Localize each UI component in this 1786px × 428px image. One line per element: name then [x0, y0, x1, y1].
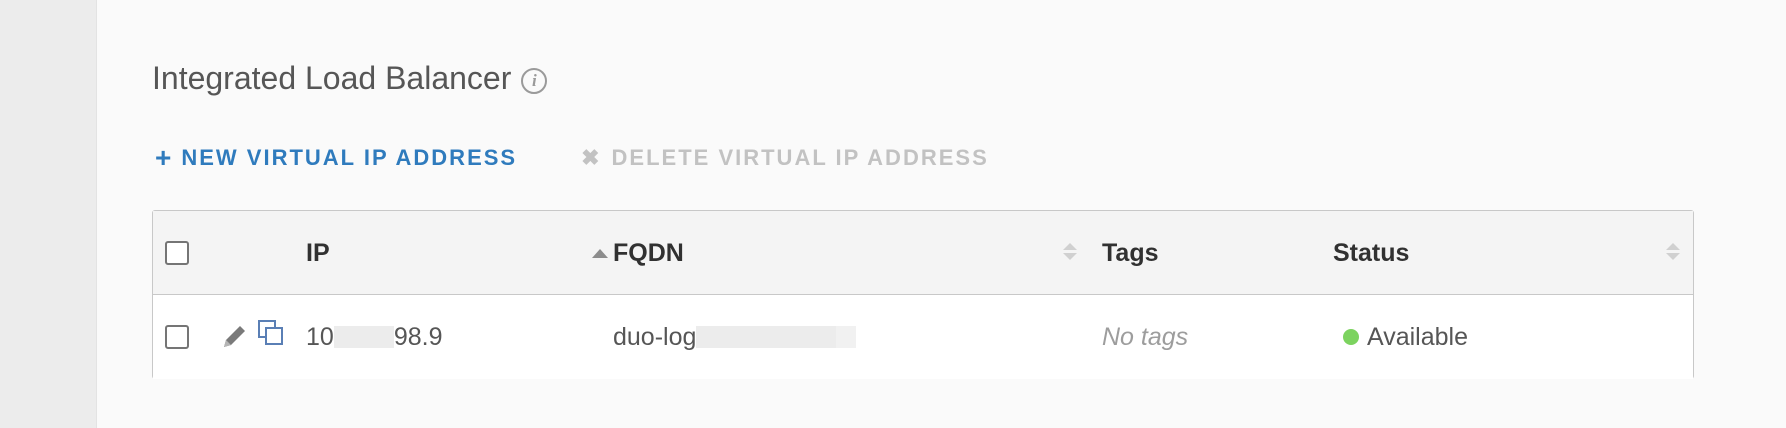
column-label-status: Status	[1333, 238, 1410, 267]
redacted-segment	[696, 326, 837, 348]
section-header: Integrated Load Balancer i	[152, 60, 548, 97]
ip-suffix: 98.9	[393, 322, 443, 351]
redacted-segment	[333, 326, 394, 348]
plus-icon: +	[155, 142, 174, 173]
column-label-tags: Tags	[1102, 238, 1159, 267]
new-virtual-ip-button[interactable]: + NEW VIRTUAL IP ADDRESS	[155, 144, 517, 172]
edit-pencil-icon[interactable]	[219, 322, 249, 352]
row-checkbox[interactable]	[165, 325, 189, 349]
table-header: IP FQDN Tags Status	[153, 211, 1693, 295]
row-select-cell	[165, 295, 189, 379]
sort-status-icon[interactable]	[1666, 243, 1680, 260]
row-tags-cell: No tags	[1102, 295, 1188, 379]
select-all-checkbox[interactable]	[165, 241, 189, 265]
copy-icon[interactable]	[257, 319, 285, 347]
virtual-ip-table: IP FQDN Tags Status 10 98.9 duo-log No t…	[152, 210, 1694, 379]
page-title: Integrated Load Balancer	[152, 60, 512, 96]
row-ip-cell: 10 98.9	[306, 295, 442, 379]
no-tags-text: No tags	[1102, 322, 1189, 351]
select-all-cell	[165, 211, 189, 295]
delete-virtual-ip-button[interactable]: ✖ DELETE VIRTUAL IP ADDRESS	[581, 145, 989, 171]
status-badge: Available	[1367, 322, 1469, 351]
sort-fqdn-icon[interactable]	[1063, 243, 1077, 260]
delete-virtual-ip-label: DELETE VIRTUAL IP ADDRESS	[611, 145, 989, 170]
column-header-ip[interactable]: IP	[306, 211, 330, 295]
status-available-dot	[1343, 329, 1359, 345]
sort-ascending-icon[interactable]	[592, 249, 608, 258]
column-label-fqdn: FQDN	[613, 238, 684, 267]
new-virtual-ip-label: NEW VIRTUAL IP ADDRESS	[181, 145, 518, 170]
toolbar: + NEW VIRTUAL IP ADDRESS ✖ DELETE VIRTUA…	[155, 144, 989, 172]
redacted-segment	[836, 326, 857, 348]
fqdn-prefix: duo-log	[613, 322, 697, 351]
table-row[interactable]: 10 98.9 duo-log No tags Available	[153, 295, 1693, 379]
left-rail	[0, 0, 97, 428]
row-status-cell: Available	[1343, 295, 1468, 379]
row-fqdn-cell: duo-log	[613, 295, 857, 379]
column-header-tags[interactable]: Tags	[1102, 211, 1159, 295]
close-icon: ✖	[581, 145, 602, 170]
row-actions	[219, 295, 285, 379]
info-icon[interactable]: i	[521, 67, 548, 94]
column-header-fqdn[interactable]: FQDN	[613, 211, 684, 295]
column-label-ip: IP	[306, 238, 330, 267]
column-header-status[interactable]: Status	[1333, 211, 1409, 295]
main-content: Integrated Load Balancer i + NEW VIRTUAL…	[97, 0, 1786, 428]
ip-prefix: 10	[306, 322, 334, 351]
